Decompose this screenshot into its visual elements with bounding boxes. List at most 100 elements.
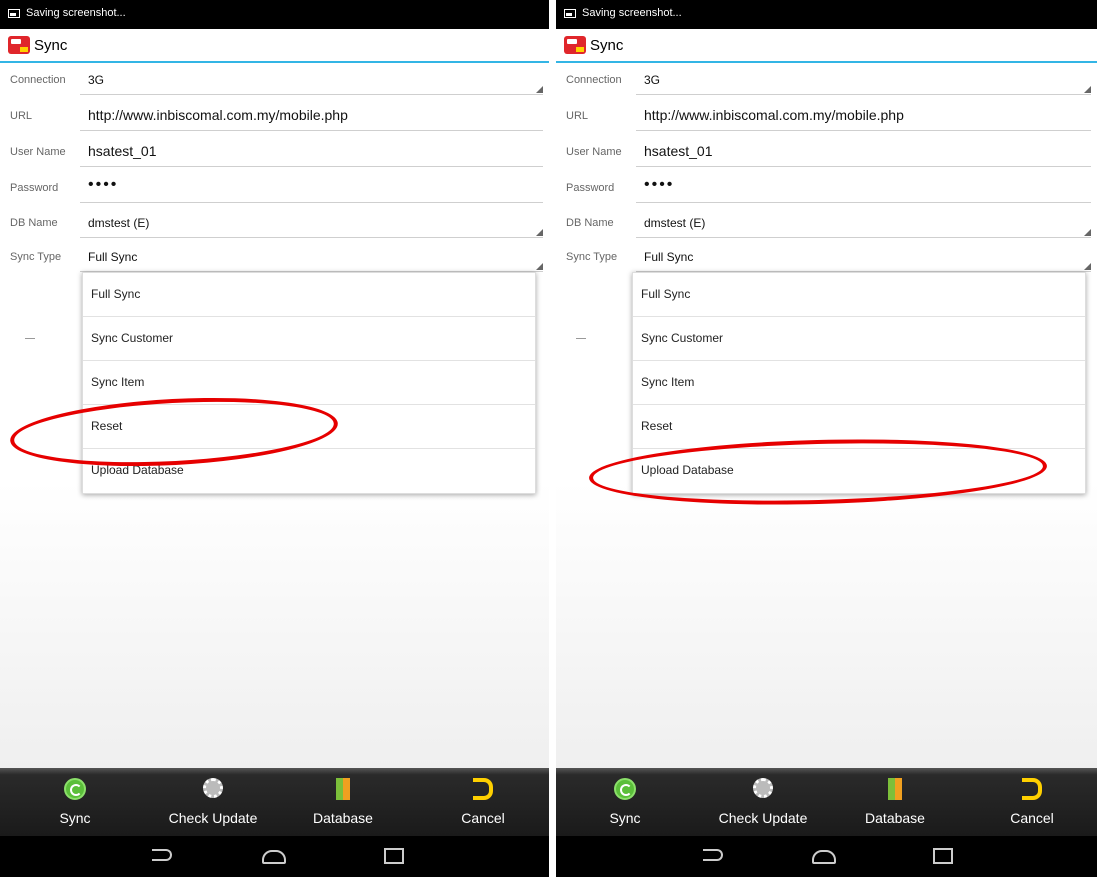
connection-label: Connection <box>566 74 622 86</box>
field-underline <box>636 94 1091 95</box>
dropdown-item-label: Sync Item <box>641 375 695 389</box>
cancel-icon <box>473 778 493 800</box>
username-field[interactable]: User Name hsatest_01 <box>0 135 549 169</box>
url-value: http://www.inbiscomal.com.my/mobile.php <box>644 107 904 123</box>
back-icon[interactable] <box>152 849 172 861</box>
dropdown-item-full-sync[interactable]: Full Sync <box>83 273 535 317</box>
spinner-arrow-icon <box>536 86 543 93</box>
home-icon[interactable] <box>262 850 286 864</box>
dropdown-item-sync-item[interactable]: Sync Item <box>83 361 535 405</box>
divider <box>549 0 556 877</box>
dbname-value: dmstest (E) <box>644 216 706 230</box>
database-icon <box>336 778 350 800</box>
check-update-label: Check Update <box>168 810 258 826</box>
dropdown-item-label: Full Sync <box>641 287 691 301</box>
username-field[interactable]: User Name hsatest_01 <box>556 135 1097 169</box>
spinner-arrow-icon <box>536 263 543 270</box>
synctype-label: Sync Type <box>566 251 618 263</box>
recent-apps-icon[interactable] <box>933 848 953 864</box>
app-icon <box>8 36 30 54</box>
cancel-button[interactable]: Cancel <box>977 768 1087 836</box>
recent-apps-icon[interactable] <box>384 848 404 864</box>
url-label: URL <box>10 110 33 122</box>
dbname-label: DB Name <box>10 217 58 229</box>
dbname-spinner[interactable]: DB Name dmstest (E) <box>0 206 549 240</box>
dbname-label: DB Name <box>566 217 614 229</box>
status-text: Saving screenshot... <box>582 7 682 19</box>
connection-value: 3G <box>88 73 105 87</box>
check-update-button[interactable]: Check Update <box>158 768 268 836</box>
back-icon[interactable] <box>703 849 723 861</box>
password-value: •••• <box>644 176 675 193</box>
progress-dash <box>576 338 586 339</box>
screenshot-icon <box>8 9 20 18</box>
field-underline <box>636 237 1091 238</box>
spinner-arrow-icon <box>536 229 543 236</box>
password-label: Password <box>10 182 59 194</box>
sync-button[interactable]: Sync <box>570 768 680 836</box>
screen-left: Saving screenshot... Sync Connection 3G … <box>0 0 549 877</box>
password-field[interactable]: Password •••• <box>556 171 1097 205</box>
url-field[interactable]: URL http://www.inbiscomal.com.my/mobile.… <box>556 99 1097 133</box>
username-value: hsatest_01 <box>644 143 713 159</box>
url-value: http://www.inbiscomal.com.my/mobile.php <box>88 107 348 123</box>
home-icon[interactable] <box>812 850 836 864</box>
synctype-value: Full Sync <box>644 250 694 264</box>
database-button[interactable]: Database <box>840 768 950 836</box>
dropdown-item-label: Full Sync <box>91 287 141 301</box>
field-underline <box>80 166 543 167</box>
progress-dash <box>25 338 35 339</box>
nav-bar <box>0 836 549 877</box>
database-label: Database <box>313 810 373 826</box>
field-underline <box>636 202 1091 203</box>
synctype-spinner[interactable]: Sync Type Full Sync <box>556 240 1097 274</box>
username-label: User Name <box>10 146 66 158</box>
sync-button[interactable]: Sync <box>20 768 130 836</box>
password-field[interactable]: Password •••• <box>0 171 549 205</box>
database-label: Database <box>865 810 925 826</box>
synctype-value: Full Sync <box>88 250 138 264</box>
username-value: hsatest_01 <box>88 143 157 159</box>
dropdown-item-sync-customer[interactable]: Sync Customer <box>633 317 1085 361</box>
screenshot-icon <box>564 9 576 18</box>
dropdown-item-sync-item[interactable]: Sync Item <box>633 361 1085 405</box>
cancel-label: Cancel <box>1010 810 1054 826</box>
screen-right: Saving screenshot... Sync Connection 3G … <box>556 0 1097 877</box>
dropdown-item-sync-customer[interactable]: Sync Customer <box>83 317 535 361</box>
password-value: •••• <box>88 176 119 193</box>
database-icon <box>888 778 902 800</box>
dbname-spinner[interactable]: DB Name dmstest (E) <box>556 206 1097 240</box>
sync-icon <box>64 778 86 800</box>
url-field[interactable]: URL http://www.inbiscomal.com.my/mobile.… <box>0 99 549 133</box>
gear-icon <box>753 778 773 798</box>
page-title: Sync <box>34 37 68 54</box>
field-underline <box>80 130 543 131</box>
password-label: Password <box>566 182 615 194</box>
action-bar: Sync Check Update Database Cancel <box>0 768 549 836</box>
status-bar: Saving screenshot... <box>0 0 549 29</box>
check-update-button[interactable]: Check Update <box>708 768 818 836</box>
username-label: User Name <box>566 146 622 158</box>
spinner-arrow-icon <box>1084 229 1091 236</box>
app-icon <box>564 36 586 54</box>
field-underline <box>80 94 543 95</box>
sync-button-label: Sync <box>59 810 91 826</box>
check-update-label: Check Update <box>718 810 808 826</box>
page-title: Sync <box>590 37 624 54</box>
action-bar: Sync Check Update Database Cancel <box>556 768 1097 836</box>
field-underline <box>636 166 1091 167</box>
title-bar: Sync <box>556 29 1097 63</box>
spinner-arrow-icon <box>1084 263 1091 270</box>
synctype-label: Sync Type <box>10 251 62 263</box>
field-underline <box>636 130 1091 131</box>
database-button[interactable]: Database <box>288 768 398 836</box>
field-underline <box>80 237 543 238</box>
connection-spinner[interactable]: Connection 3G <box>556 63 1097 97</box>
synctype-spinner[interactable]: Sync Type Full Sync <box>0 240 549 274</box>
sync-button-label: Sync <box>609 810 641 826</box>
cancel-button[interactable]: Cancel <box>428 768 538 836</box>
url-label: URL <box>566 110 589 122</box>
connection-spinner[interactable]: Connection 3G <box>0 63 549 97</box>
dropdown-item-full-sync[interactable]: Full Sync <box>633 273 1085 317</box>
connection-value: 3G <box>644 73 661 87</box>
